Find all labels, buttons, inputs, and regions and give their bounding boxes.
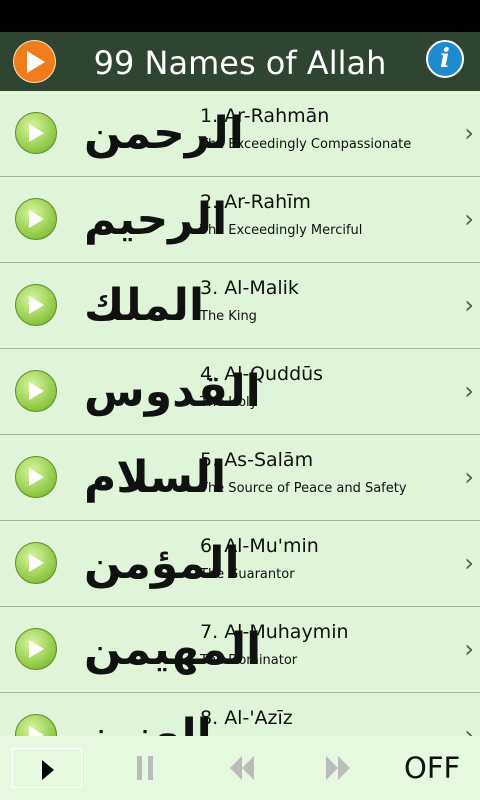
name-meaning: The King <box>200 309 257 324</box>
previous-button[interactable] <box>228 748 256 788</box>
status-bar <box>0 0 480 32</box>
arabic-calligraphy: المهيمن <box>84 624 262 675</box>
list-item[interactable]: المهيمن 7. Al-Muhaymin The Dominator › <box>0 607 480 693</box>
name-title: 7. Al-Muhaymin <box>200 621 349 643</box>
arabic-calligraphy: الرحيم <box>84 194 228 245</box>
list-item[interactable]: العزيز 8. Al-'Azīz › <box>0 693 480 736</box>
name-title: 4. Al-Quddūs <box>200 363 324 385</box>
play-icon <box>29 210 44 228</box>
chevron-right-icon[interactable]: › <box>464 635 474 663</box>
play-icon <box>29 382 44 400</box>
chevron-right-icon[interactable]: › <box>464 119 474 147</box>
row-play-button[interactable] <box>15 370 57 412</box>
app-header: 99 Names of Allah i <box>0 32 480 91</box>
row-play-button[interactable] <box>15 542 57 584</box>
next-button[interactable] <box>324 748 352 788</box>
rewind-icon <box>230 756 254 780</box>
play-icon <box>29 554 44 572</box>
fast-forward-icon <box>326 756 350 780</box>
arabic-calligraphy: المؤمن <box>84 538 240 589</box>
pause-icon <box>137 756 153 780</box>
list-item[interactable]: القدوس 4. Al-Quddūs The Holy › <box>0 349 480 435</box>
row-play-button[interactable] <box>15 112 57 154</box>
info-icon: i <box>440 44 450 74</box>
list-item[interactable]: الملك 3. Al-Malik The King › <box>0 263 480 349</box>
play-icon <box>42 760 54 780</box>
name-title: 6. Al-Mu'min <box>200 535 319 557</box>
names-list[interactable]: الرحمن 1. Ar-Rahmān The Exceedingly Comp… <box>0 91 480 736</box>
arabic-calligraphy: القدوس <box>84 366 261 417</box>
play-icon <box>29 726 44 736</box>
name-meaning: The Dominator <box>200 653 298 668</box>
arabic-calligraphy: الملك <box>84 280 205 331</box>
row-play-button[interactable] <box>15 714 57 736</box>
list-item[interactable]: الرحيم 2. Ar-Rahīm The Exceedingly Merci… <box>0 177 480 263</box>
name-meaning: The Guarantor <box>200 567 295 582</box>
page-title: 99 Names of Allah <box>93 44 387 82</box>
name-title: 8. Al-'Azīz <box>200 707 293 729</box>
name-title: 1. Ar-Rahmān <box>200 105 330 127</box>
name-meaning: The Exceedingly Merciful <box>200 223 363 238</box>
list-item[interactable]: المؤمن 6. Al-Mu'min The Guarantor › <box>0 521 480 607</box>
pause-button[interactable] <box>135 748 155 788</box>
name-title: 2. Ar-Rahīm <box>200 191 311 213</box>
name-meaning: The Exceedingly Compassionate <box>200 137 412 152</box>
chevron-right-icon[interactable]: › <box>464 205 474 233</box>
row-play-button[interactable] <box>15 284 57 326</box>
chevron-right-icon[interactable]: › <box>464 463 474 491</box>
chevron-right-icon[interactable]: › <box>464 549 474 577</box>
row-play-button[interactable] <box>15 628 57 670</box>
arabic-calligraphy: العزيز <box>84 710 212 736</box>
name-title: 3. Al-Malik <box>200 277 299 299</box>
chevron-right-icon[interactable]: › <box>464 721 474 736</box>
play-icon <box>29 640 44 658</box>
arabic-calligraphy: الرحمن <box>84 108 244 159</box>
name-title: 5. As-Salām <box>200 449 314 471</box>
play-icon <box>29 296 44 314</box>
repeat-toggle[interactable]: OFF <box>404 748 464 788</box>
chevron-right-icon[interactable]: › <box>464 291 474 319</box>
name-meaning: The Source of Peace and Safety <box>200 481 407 496</box>
play-icon <box>29 124 44 142</box>
name-meaning: The Holy <box>200 395 258 410</box>
play-icon <box>29 468 44 486</box>
playback-controls: OFF <box>0 736 480 800</box>
row-play-button[interactable] <box>15 198 57 240</box>
list-item[interactable]: السلام 5. As-Salām The Source of Peace a… <box>0 435 480 521</box>
arabic-calligraphy: السلام <box>84 452 227 503</box>
play-button[interactable] <box>12 748 82 788</box>
chevron-right-icon[interactable]: › <box>464 377 474 405</box>
list-item[interactable]: الرحمن 1. Ar-Rahmān The Exceedingly Comp… <box>0 91 480 177</box>
row-play-button[interactable] <box>15 456 57 498</box>
info-button[interactable]: i <box>426 40 464 78</box>
